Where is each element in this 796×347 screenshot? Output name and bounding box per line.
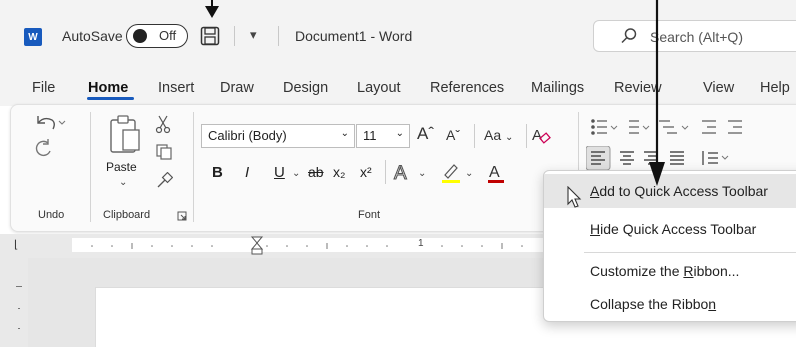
decrease-indent-icon bbox=[702, 120, 716, 134]
group-label-undo: Undo bbox=[38, 209, 65, 221]
italic-button[interactable]: I bbox=[245, 164, 249, 181]
tab-design[interactable]: Design bbox=[283, 80, 328, 96]
tab-home[interactable]: Home bbox=[88, 80, 128, 96]
vertical-ruler bbox=[0, 258, 28, 347]
strikethrough-button[interactable]: ab bbox=[308, 164, 324, 180]
numbering-icon bbox=[629, 120, 639, 134]
font-separator bbox=[385, 160, 386, 184]
bold-button[interactable]: B bbox=[212, 164, 223, 181]
word-app-icon: W bbox=[24, 28, 42, 46]
group-separator bbox=[90, 112, 91, 222]
accel-key: H bbox=[590, 221, 601, 237]
menu-divider bbox=[584, 252, 796, 253]
text-effects-icon[interactable]: A bbox=[392, 160, 416, 184]
tab-layout[interactable]: Layout bbox=[357, 80, 401, 96]
paste-chevron-down-icon[interactable]: ⌄ bbox=[119, 177, 127, 188]
font-name-select[interactable]: Calibri (Body) ⌄ bbox=[201, 124, 355, 148]
superscript-button[interactable]: x² bbox=[360, 164, 372, 180]
menu-item-label: dd to Quick Access Toolbar bbox=[599, 183, 768, 199]
search-icon bbox=[621, 28, 637, 44]
font-name-value: Calibri (Body) bbox=[208, 128, 287, 143]
indent-marker-icon[interactable] bbox=[250, 236, 264, 256]
save-icon[interactable] bbox=[200, 26, 220, 46]
toggle-knob bbox=[133, 29, 147, 43]
font-separator bbox=[526, 124, 527, 148]
cut-scissors-icon[interactable] bbox=[155, 114, 171, 134]
annotation-arrow-icon bbox=[205, 0, 219, 18]
clear-formatting-icon[interactable]: A bbox=[530, 124, 552, 146]
increase-indent-icon bbox=[728, 120, 742, 134]
list-buttons-row bbox=[591, 119, 742, 135]
tab-draw[interactable]: Draw bbox=[220, 80, 254, 96]
underline-button[interactable]: U bbox=[274, 164, 285, 181]
undo-icon[interactable] bbox=[32, 112, 66, 134]
tab-help[interactable]: Help bbox=[760, 80, 790, 96]
menu-item-collapse-ribbon[interactable]: Collapse the Ribbon bbox=[544, 287, 796, 321]
underline-chevron-down-icon[interactable]: ⌄ bbox=[292, 168, 300, 179]
copy-icon[interactable] bbox=[155, 143, 173, 161]
tab-mailings[interactable]: Mailings bbox=[531, 80, 584, 96]
autosave-toggle[interactable]: Off bbox=[126, 24, 188, 48]
tab-file[interactable]: File bbox=[32, 80, 55, 96]
tab-view[interactable]: View bbox=[703, 80, 734, 96]
group-label-clipboard: Clipboard bbox=[103, 209, 151, 221]
tab-stop-selector-icon[interactable]: ⌊ bbox=[14, 238, 18, 251]
accel-key: R bbox=[683, 263, 694, 279]
highlight-pen-icon[interactable] bbox=[440, 160, 462, 184]
line-spacing-icon bbox=[702, 151, 718, 165]
redo-icon[interactable] bbox=[32, 138, 54, 160]
clipboard-dialog-launcher-icon[interactable] bbox=[177, 211, 187, 221]
active-tab-indicator bbox=[87, 97, 134, 100]
text-effects-chevron-down-icon[interactable]: ⌄ bbox=[418, 168, 426, 179]
accel-key: A bbox=[590, 183, 600, 199]
ribbon-tabs: File Home Insert Draw Design Layout Refe… bbox=[0, 72, 796, 106]
change-case-button[interactable]: Aa ⌄ bbox=[484, 127, 513, 143]
menu-item-label: Customize the bbox=[590, 263, 684, 279]
grow-font-icon[interactable]: Aˆ bbox=[417, 124, 434, 144]
group-label-font: Font bbox=[358, 209, 381, 221]
menu-item-hide-qat[interactable]: Hide Quick Access Toolbar bbox=[544, 212, 796, 246]
format-painter-icon[interactable] bbox=[155, 172, 173, 190]
svg-text:A: A bbox=[394, 163, 407, 184]
document-title: Document1 - Word bbox=[295, 28, 413, 44]
alignment-buttons-row bbox=[586, 146, 729, 170]
paste-button-label[interactable]: Paste bbox=[106, 160, 137, 174]
tab-insert[interactable]: Insert bbox=[158, 80, 194, 96]
qat-separator bbox=[278, 26, 279, 46]
bullets-icon bbox=[591, 119, 607, 135]
tab-references[interactable]: References bbox=[430, 80, 504, 96]
menu-item-label: Collapse the Ribbo bbox=[590, 296, 709, 312]
font-size-select[interactable]: 11 ⌄ bbox=[356, 124, 410, 148]
font-name-chevron-down-icon: ⌄ bbox=[340, 128, 349, 139]
shrink-font-icon[interactable]: Aˇ bbox=[446, 127, 460, 143]
subscript-button[interactable]: x₂ bbox=[333, 164, 345, 180]
paste-clipboard-icon[interactable] bbox=[108, 114, 142, 154]
menu-item-label: ide Quick Access Toolbar bbox=[600, 221, 757, 237]
font-size-chevron-down-icon: ⌄ bbox=[395, 128, 404, 139]
autosave-label: AutoSave bbox=[62, 28, 123, 44]
change-case-chevron-down-icon: ⌄ bbox=[505, 132, 514, 143]
accel-key: n bbox=[708, 296, 717, 312]
highlight-chevron-down-icon[interactable]: ⌄ bbox=[465, 168, 473, 179]
ruler-mark: 1 bbox=[418, 238, 424, 249]
title-bar: W AutoSave Off ▾ Document1 - Word Search… bbox=[0, 0, 796, 72]
font-size-value: 11 bbox=[363, 128, 377, 143]
font-color-icon[interactable]: A bbox=[486, 160, 506, 184]
ruler-ticks bbox=[91, 243, 523, 249]
customize-qat-chevron-icon[interactable]: ▾ bbox=[250, 27, 257, 43]
svg-text:A: A bbox=[489, 164, 500, 181]
menu-item-customize-ribbon[interactable]: Customize the Ribbon... bbox=[544, 254, 796, 288]
annotation-arrow-icon bbox=[649, 0, 665, 186]
search-box[interactable]: Search (Alt+Q) bbox=[593, 20, 796, 52]
group-separator bbox=[193, 112, 194, 222]
svg-text:A: A bbox=[532, 127, 542, 144]
menu-item-label: ibbon... bbox=[693, 263, 740, 279]
qat-separator bbox=[234, 26, 235, 46]
font-separator bbox=[474, 124, 475, 148]
change-case-label: Aa bbox=[484, 127, 502, 143]
justify-icon bbox=[670, 151, 684, 165]
mouse-pointer-icon bbox=[567, 186, 582, 208]
autosave-state: Off bbox=[159, 28, 177, 43]
center-icon bbox=[620, 151, 634, 165]
